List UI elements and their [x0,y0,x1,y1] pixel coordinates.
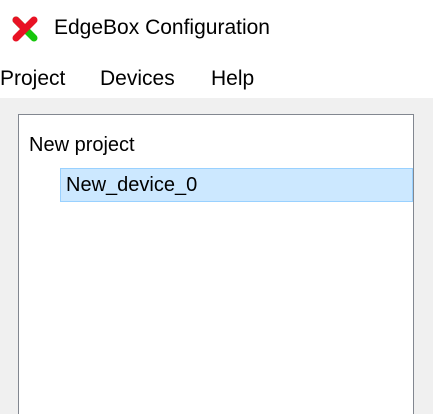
project-tree[interactable]: New project New_device_0 [18,114,414,414]
content-area: New project New_device_0 [0,98,433,414]
menu-bar: Project Devices Help [0,62,433,98]
title-bar: EdgeBox Configuration [0,0,433,56]
tree-item-device-label: New_device_0 [66,174,198,196]
menu-project[interactable]: Project [0,65,65,93]
app-window: EdgeBox Configuration Project Devices He… [0,0,433,414]
menu-help[interactable]: Help [211,65,254,93]
window-title: EdgeBox Configuration [54,16,270,39]
tree-root-project[interactable]: New project [29,131,135,159]
menu-devices[interactable]: Devices [100,65,175,93]
tree-item-device[interactable]: New_device_0 [60,168,413,202]
app-x-icon [12,16,38,42]
